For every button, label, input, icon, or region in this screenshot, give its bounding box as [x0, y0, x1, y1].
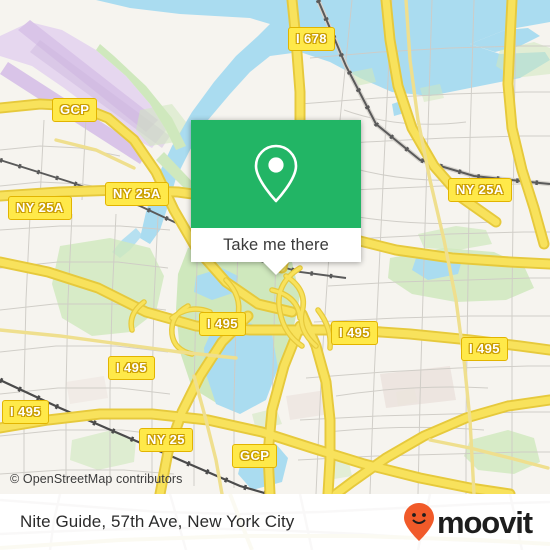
popup-pointer-tail — [263, 262, 289, 275]
road-shield-ny25a-right: NY 25A — [448, 178, 512, 202]
place-title: Nite Guide, 57th Ave, New York City — [20, 512, 295, 531]
popup-image-panel — [191, 120, 361, 228]
map-popup-card[interactable]: Take me there — [191, 120, 361, 275]
moovit-brand-logo[interactable]: moovit — [403, 502, 533, 542]
road-shield-gcp-north: GCP — [52, 98, 98, 122]
road-shield-gcp-south: GCP — [232, 444, 278, 468]
road-shield-i495-d: I 495 — [108, 356, 155, 380]
road-shield-i495-b: I 495 — [331, 321, 378, 345]
take-me-there-label: Take me there — [223, 235, 329, 254]
road-shield-i495-a: I 495 — [199, 312, 246, 336]
footer-bar: Nite Guide, 57th Ave, New York City moov… — [0, 494, 550, 550]
moovit-smiling-pin-icon — [403, 503, 434, 541]
road-shield-i495-c: I 495 — [461, 337, 508, 361]
road-shield-i495-e: I 495 — [2, 400, 49, 424]
osm-attribution: © OpenStreetMap contributors — [10, 472, 183, 486]
road-shield-i678: I 678 — [288, 27, 335, 51]
road-shield-ny25a-left: NY 25A — [8, 196, 72, 220]
take-me-there-button[interactable]: Take me there — [191, 228, 361, 262]
moovit-map-screenshot: I 678 GCP NY 25A NY 25A NY 25A I 495 I 4… — [0, 0, 550, 550]
moovit-wordmark: moovit — [436, 504, 533, 540]
road-shield-ny25a-mid: NY 25A — [105, 182, 169, 206]
location-pin-icon — [254, 144, 298, 203]
road-shield-ny25: NY 25 — [139, 428, 193, 452]
